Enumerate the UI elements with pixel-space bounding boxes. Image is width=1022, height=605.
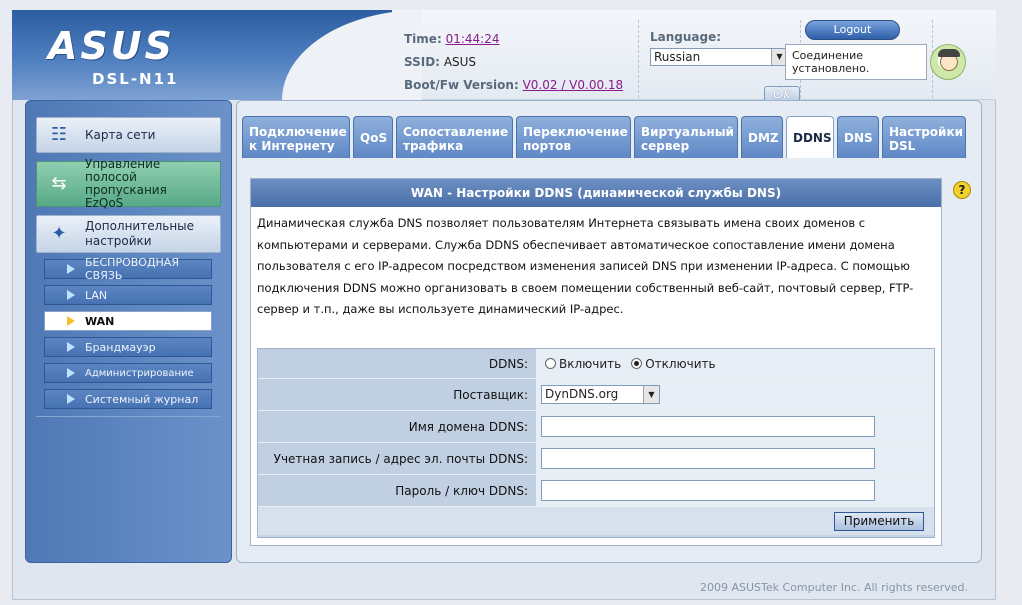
sidebar-item-label: LAN xyxy=(85,288,108,302)
sidebar-item-wan[interactable]: WAN xyxy=(44,311,212,331)
arrow-right-icon xyxy=(67,316,75,326)
sidebar-item-label: WAN xyxy=(85,314,115,328)
network-map-icon: ☷ xyxy=(50,124,68,145)
tab-ddns[interactable]: DDNS xyxy=(786,116,834,158)
enable-label: Включить xyxy=(559,356,622,371)
tab-dns[interactable]: DNS xyxy=(837,116,879,158)
sidebar-item-lan[interactable]: LAN xyxy=(44,285,212,305)
sidebar-item-label: БЕСПРОВОДНАЯ СВЯЗЬ xyxy=(85,256,179,282)
status-avatar-icon xyxy=(930,44,966,80)
password-label: Пароль / ключ DDNS: xyxy=(258,475,536,506)
ddns-radio-group: Включить Отключить xyxy=(536,349,934,378)
chevron-down-icon: ▼ xyxy=(643,386,659,403)
arrow-right-icon xyxy=(67,342,75,352)
account-input[interactable] xyxy=(541,448,875,469)
page-description: Динамическая служба DNS позволяет пользо… xyxy=(257,216,914,316)
asus-logo: ASUS xyxy=(48,24,176,68)
ddns-form: DDNS: Включить Отключить Поставщик: DynD… xyxy=(257,348,935,538)
tab-dsl-settings[interactable]: Настройки DSL xyxy=(882,116,966,158)
language-label: Language: xyxy=(650,30,722,44)
page-title: WAN - Настройки DDNS (динамической служб… xyxy=(251,179,941,207)
copyright: 2009 ASUSTek Computer Inc. All rights re… xyxy=(700,581,968,594)
sidebar-item-network-map[interactable]: ☷ Карта сети xyxy=(36,117,221,153)
wrench-icon: ✦ xyxy=(51,223,67,244)
arrow-right-icon xyxy=(67,368,75,378)
sidebar-item-administration[interactable]: Администрирование xyxy=(44,363,212,383)
sidebar-item-label: Администрирование xyxy=(85,367,194,379)
logout-button[interactable]: Logout xyxy=(805,20,900,40)
form-row-password: Пароль / ключ DDNS: xyxy=(258,475,934,507)
provider-label: Поставщик: xyxy=(258,379,536,410)
ddns-disable-radio[interactable] xyxy=(631,358,643,369)
ssid-label: SSID: xyxy=(404,55,440,69)
help-icon[interactable]: ? xyxy=(953,181,971,199)
form-row-account: Учетная запись / адрес эл. почты DDNS: xyxy=(258,443,934,475)
connection-status: Соединение установлено. xyxy=(785,44,927,80)
sidebar-item-ezqos[interactable]: ⇆ Управление полосой пропускания EzQoS xyxy=(36,157,221,210)
bandwidth-icon: ⇆ xyxy=(51,173,67,194)
form-row-ddns: DDNS: Включить Отключить xyxy=(258,349,934,379)
sidebar-item-wireless[interactable]: БЕСПРОВОДНАЯ СВЯЗЬ xyxy=(44,256,212,282)
tab-virtual-server[interactable]: Виртуальный сервер xyxy=(634,116,738,158)
tab-internet-connection[interactable]: Подключение к Интернету xyxy=(242,116,350,158)
sidebar: ☷ Карта сети ⇆ Управление полосой пропус… xyxy=(25,100,232,563)
time-link[interactable]: 01:44:24 xyxy=(446,32,500,46)
provider-value: DynDNS.org xyxy=(545,387,619,401)
domain-input[interactable] xyxy=(541,416,875,437)
form-row-domain: Имя домена DDNS: xyxy=(258,411,934,443)
tab-traffic-mapping[interactable]: Сопоставление трафика xyxy=(396,116,513,158)
provider-select[interactable]: DynDNS.org ▼ xyxy=(541,385,660,404)
sidebar-item-label: Управление полосой пропускания EzQoS xyxy=(85,157,167,210)
sidebar-item-label: Карта сети xyxy=(85,128,156,142)
form-actions: Применить xyxy=(258,507,934,535)
language-select[interactable]: Russian ▼ xyxy=(650,48,788,66)
sidebar-item-system-log[interactable]: Системный журнал xyxy=(44,389,212,409)
tab-qos[interactable]: QoS xyxy=(353,116,393,158)
ssid-value: ASUS xyxy=(443,55,477,69)
sidebar-item-label: Системный журнал xyxy=(85,392,199,406)
arrow-right-icon xyxy=(67,290,75,300)
time-label: Time: xyxy=(404,32,442,46)
fw-version-link[interactable]: V0.02 / V0.00.18 xyxy=(523,78,624,92)
form-row-provider: Поставщик: DynDNS.org ▼ xyxy=(258,379,934,411)
sidebar-item-firewall[interactable]: Брандмауэр xyxy=(44,337,212,357)
sidebar-item-advanced[interactable]: ✦ Дополнительные настройки xyxy=(36,215,221,253)
sidebar-item-label: Дополнительные настройки xyxy=(85,219,195,248)
ddns-label: DDNS: xyxy=(258,349,536,378)
system-info: Time: 01:44:24 SSID: ASUS Boot/Fw Versio… xyxy=(404,28,623,97)
fw-label: Boot/Fw Version: xyxy=(404,78,519,92)
avatar-hat xyxy=(938,49,960,57)
sidebar-footer xyxy=(36,416,221,546)
apply-button[interactable]: Применить xyxy=(834,512,924,531)
language-value: Russian xyxy=(654,50,701,64)
password-input[interactable] xyxy=(541,480,875,501)
model-name: DSL-N11 xyxy=(92,70,179,88)
domain-label: Имя домена DDNS: xyxy=(258,411,536,442)
arrow-right-icon xyxy=(67,394,75,404)
account-label: Учетная запись / адрес эл. почты DDNS: xyxy=(258,443,536,474)
language-section: Language: Russian ▼ Ok xyxy=(650,30,800,104)
disable-label: Отключить xyxy=(645,356,716,371)
tab-dmz[interactable]: DMZ xyxy=(741,116,783,158)
sidebar-item-label: Брандмауэр xyxy=(85,340,156,354)
ddns-enable-radio[interactable] xyxy=(545,358,556,369)
header-divider xyxy=(638,20,639,98)
tab-bar: Подключение к Интернету QoS Сопоставлени… xyxy=(242,116,966,158)
tab-port-trigger[interactable]: Переключение портов xyxy=(516,116,631,158)
arrow-right-icon xyxy=(67,264,75,274)
